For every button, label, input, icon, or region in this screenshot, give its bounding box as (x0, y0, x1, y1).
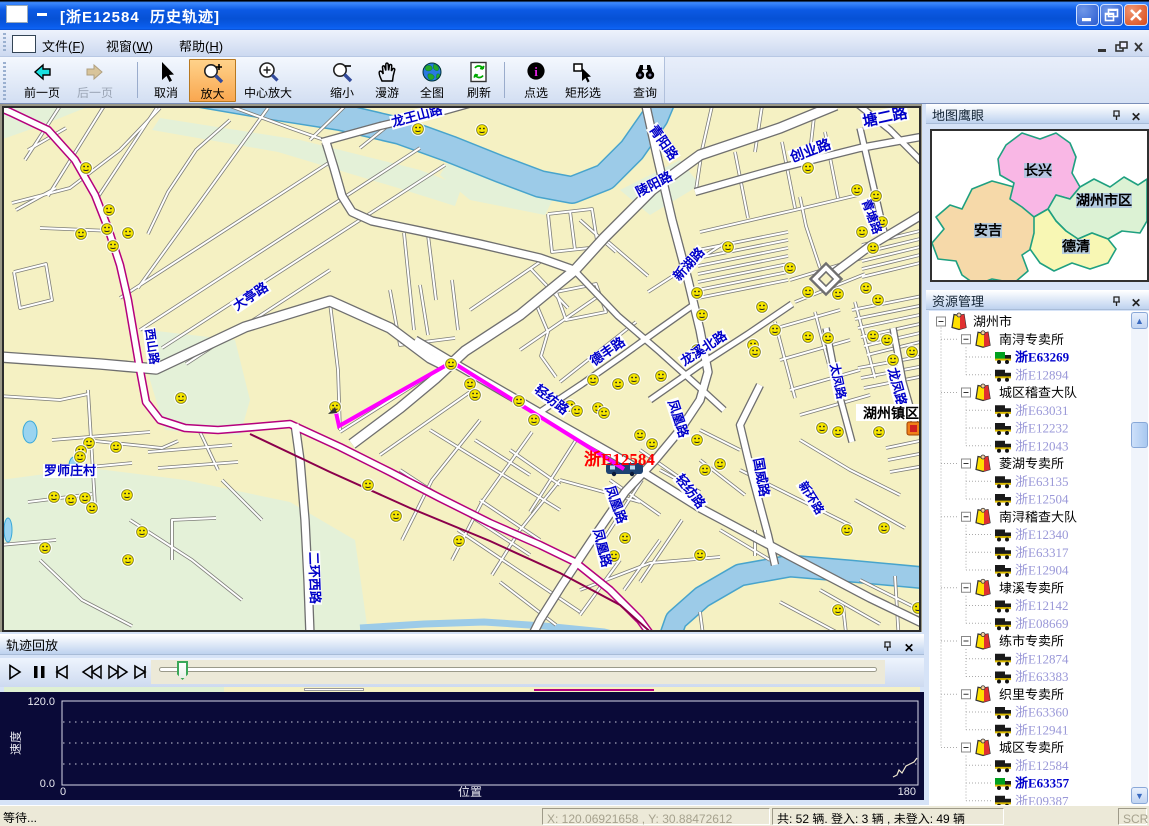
svg-text:120.0: 120.0 (27, 696, 55, 708)
svg-text:浙E63357: 浙E63357 (1015, 773, 1070, 792)
svg-text:城区稽查大队: 城区稽查大队 (999, 382, 1077, 401)
svg-text:浙E12142: 浙E12142 (1015, 595, 1068, 614)
svg-text:浙E08669: 浙E08669 (1015, 613, 1068, 632)
svg-text:埭溪专卖所: 埭溪专卖所 (999, 577, 1064, 596)
svg-text:二环西路: 二环西路 (305, 551, 326, 605)
svg-text:南浔稽查大队: 南浔稽查大队 (999, 506, 1077, 525)
svg-text:浙E63031: 浙E63031 (1015, 400, 1068, 419)
svg-text:练市专卖所: 练市专卖所 (999, 631, 1064, 650)
svg-text:0: 0 (60, 786, 66, 798)
svg-text:安吉: 安吉 (974, 220, 1002, 240)
svg-text:i: i (534, 64, 538, 79)
svg-text:湖州市: 湖州市 (973, 311, 1012, 330)
svg-text:速度: 速度 (7, 731, 24, 755)
svg-text:0.0: 0.0 (40, 778, 55, 790)
svg-text:湖州镇区: 湖州镇区 (863, 403, 919, 423)
svg-text:浙E63135: 浙E63135 (1015, 471, 1068, 490)
svg-text:德清: 德清 (1062, 236, 1090, 256)
svg-text:浙E63360: 浙E63360 (1015, 702, 1068, 721)
svg-text:浙E12904: 浙E12904 (1015, 560, 1069, 579)
svg-text:长兴: 长兴 (1024, 160, 1052, 180)
svg-text:位置: 位置 (458, 783, 482, 800)
svg-text:浙E12340: 浙E12340 (1015, 524, 1068, 543)
svg-text:180: 180 (898, 786, 916, 798)
svg-text:浙E12043: 浙E12043 (1015, 435, 1068, 454)
svg-text:浙E63317: 浙E63317 (1015, 542, 1069, 561)
svg-text:南浔专卖所: 南浔专卖所 (999, 329, 1064, 348)
svg-text:浙E12584: 浙E12584 (584, 445, 655, 470)
svg-text:浙E63383: 浙E63383 (1015, 666, 1068, 685)
svg-text:罗师庄村: 罗师庄村 (44, 460, 96, 479)
svg-text:浙E12894: 浙E12894 (1015, 364, 1069, 383)
svg-text:浙E12874: 浙E12874 (1015, 648, 1069, 667)
svg-text:浙E12504: 浙E12504 (1015, 489, 1069, 508)
svg-text:菱湖专卖所: 菱湖专卖所 (999, 453, 1064, 472)
svg-text:浙E12232: 浙E12232 (1015, 418, 1068, 437)
svg-text:浙E12584: 浙E12584 (1015, 755, 1069, 774)
svg-text:城区专卖所: 城区专卖所 (999, 737, 1064, 756)
svg-text:织里专卖所: 织里专卖所 (999, 684, 1064, 703)
svg-text:浙E12941: 浙E12941 (1015, 719, 1068, 738)
svg-text:湖州市区: 湖州市区 (1076, 190, 1132, 210)
svg-text:浙E63269: 浙E63269 (1015, 347, 1070, 366)
svg-text:浙E09387: 浙E09387 (1015, 790, 1069, 805)
